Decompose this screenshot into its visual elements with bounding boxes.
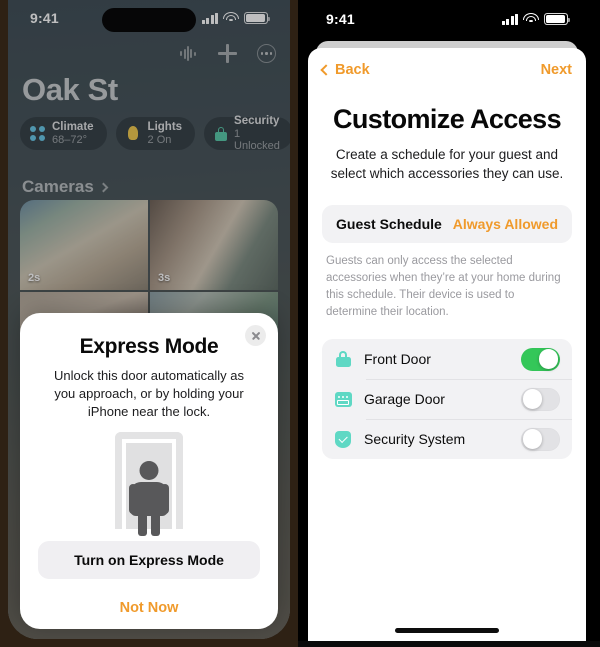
guest-schedule-card[interactable]: Guest Schedule Always Allowed bbox=[322, 205, 572, 244]
right-phone-frame: 9:41 Back Next Customize Access Create a… bbox=[298, 0, 600, 647]
accessory-toggle-security-system[interactable] bbox=[521, 427, 560, 451]
screenshot-stage: 9:41 Oak St Climate 68–72° Lights 2 On S… bbox=[0, 0, 600, 647]
right-status-bar: 9:41 bbox=[302, 0, 592, 38]
accessory-label: Front Door bbox=[364, 351, 431, 368]
guest-schedule-value: Always Allowed bbox=[452, 216, 558, 233]
accessory-label: Garage Door bbox=[364, 391, 445, 408]
customize-access-sheet: Back Next Customize Access Create a sche… bbox=[308, 48, 586, 647]
schedule-footnote: Guests can only access the selected acce… bbox=[326, 255, 561, 319]
accessories-card: Front Door Garage Door Security System bbox=[322, 339, 572, 460]
screen-bottom-edge bbox=[298, 641, 600, 647]
dialog-title: Express Mode bbox=[79, 335, 219, 358]
page-title: Customize Access bbox=[333, 104, 562, 134]
dialog-body: Unlock this door automatically as you ap… bbox=[53, 368, 245, 419]
close-x-icon[interactable] bbox=[245, 325, 266, 346]
right-phone-screen: 9:41 Back Next Customize Access Create a… bbox=[302, 0, 592, 647]
sheet-navbar: Back Next bbox=[308, 48, 586, 78]
accessory-row-garage-door[interactable]: Garage Door bbox=[322, 379, 572, 419]
guest-schedule-label: Guest Schedule bbox=[336, 216, 442, 233]
wifi-icon bbox=[523, 13, 539, 25]
garage-door-icon bbox=[334, 390, 352, 408]
accessory-toggle-front-door[interactable] bbox=[521, 347, 560, 371]
back-button[interactable]: Back bbox=[320, 62, 370, 78]
signal-bars-icon bbox=[501, 13, 518, 25]
chevron-left-icon bbox=[320, 64, 332, 76]
guest-schedule-row[interactable]: Guest Schedule Always Allowed bbox=[322, 205, 572, 243]
illustration bbox=[38, 421, 260, 541]
left-phone-screen: 9:41 Oak St Climate 68–72° Lights 2 On S… bbox=[8, 0, 290, 639]
accessory-row-front-door[interactable]: Front Door bbox=[322, 339, 572, 379]
status-time: 9:41 bbox=[326, 11, 355, 27]
express-mode-dialog: Express Mode Unlock this door automatica… bbox=[20, 313, 278, 629]
battery-icon bbox=[544, 13, 571, 25]
next-button[interactable]: Next bbox=[541, 62, 572, 78]
lock-icon bbox=[334, 350, 352, 368]
accessory-row-security-system[interactable]: Security System bbox=[322, 419, 572, 459]
accessory-label: Security System bbox=[364, 431, 466, 448]
shield-check-icon bbox=[334, 430, 352, 448]
status-indicators bbox=[501, 13, 571, 25]
home-indicator[interactable] bbox=[395, 628, 499, 633]
back-label: Back bbox=[335, 62, 370, 78]
accessory-toggle-garage-door[interactable] bbox=[521, 387, 560, 411]
person-walking-through-door-icon bbox=[115, 431, 183, 536]
page-subtitle: Create a schedule for your guest and sel… bbox=[330, 147, 564, 182]
turn-on-express-mode-button[interactable]: Turn on Express Mode bbox=[38, 541, 260, 579]
left-phone-frame: 9:41 Oak St Climate 68–72° Lights 2 On S… bbox=[0, 0, 298, 647]
not-now-button[interactable]: Not Now bbox=[38, 587, 260, 629]
